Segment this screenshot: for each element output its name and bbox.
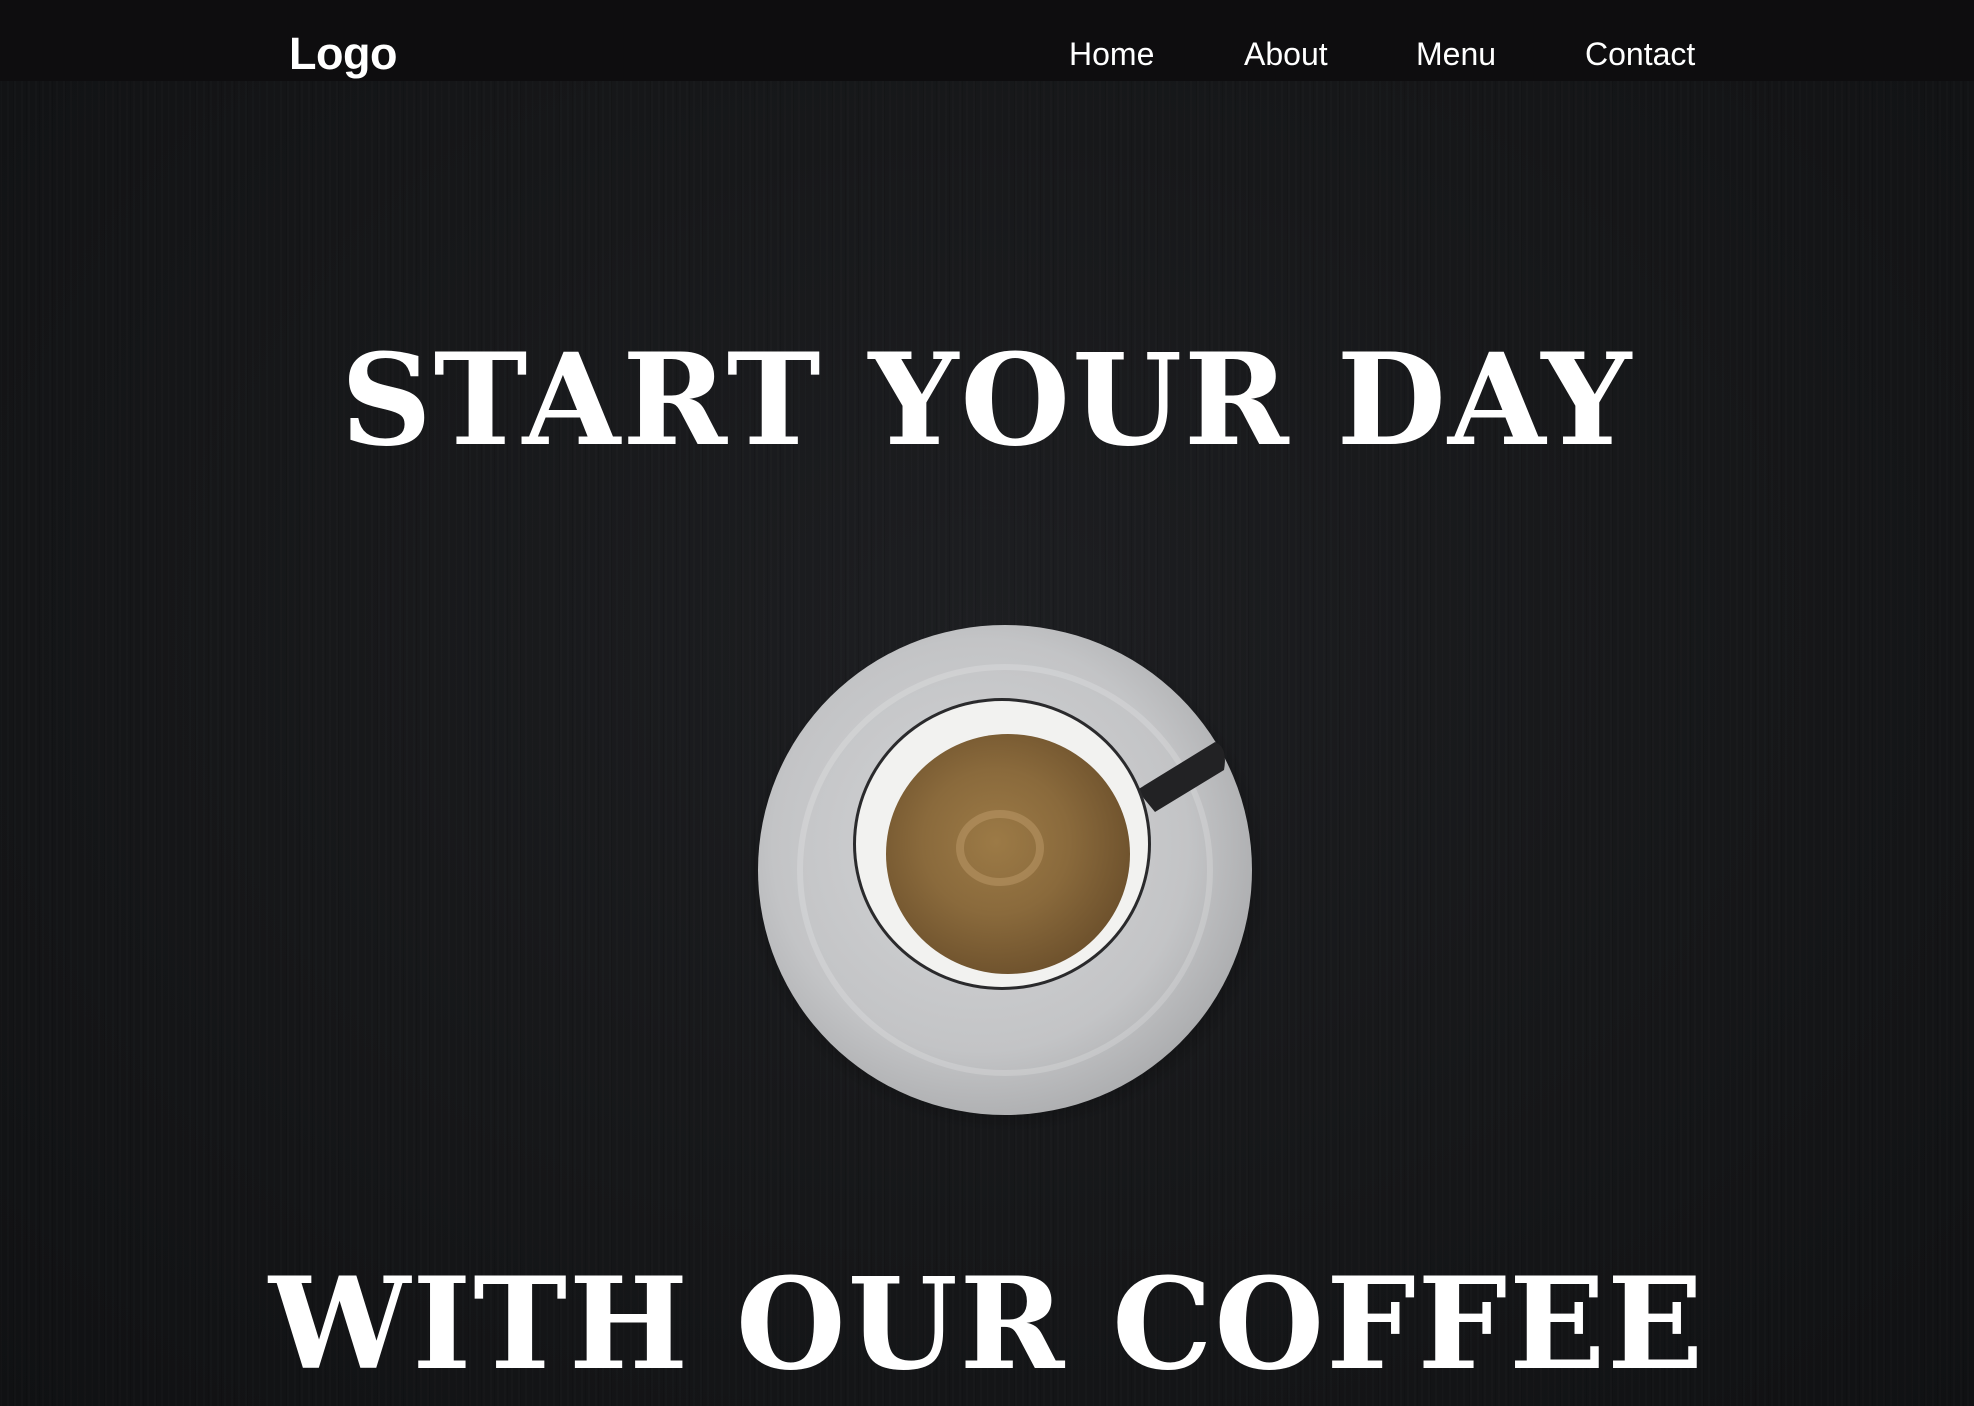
nav-link-menu[interactable]: Menu — [1416, 34, 1496, 74]
hero-title-line-2: WITH OUR COFFEE — [268, 1250, 1706, 1398]
page: Logo Home About Menu Contact START YOUR … — [0, 0, 1974, 1406]
nav-link-contact[interactable]: Contact — [1585, 34, 1695, 74]
logo[interactable]: Logo — [289, 28, 397, 80]
nav-link-about[interactable]: About — [1244, 34, 1328, 74]
navbar: Logo Home About Menu Contact — [0, 0, 1974, 81]
nav-link-home[interactable]: Home — [1069, 34, 1154, 74]
coffee-cup-image — [746, 623, 1270, 1132]
coffee-surface — [886, 734, 1130, 974]
hero-title-line-1: START YOUR DAY — [340, 326, 1634, 474]
